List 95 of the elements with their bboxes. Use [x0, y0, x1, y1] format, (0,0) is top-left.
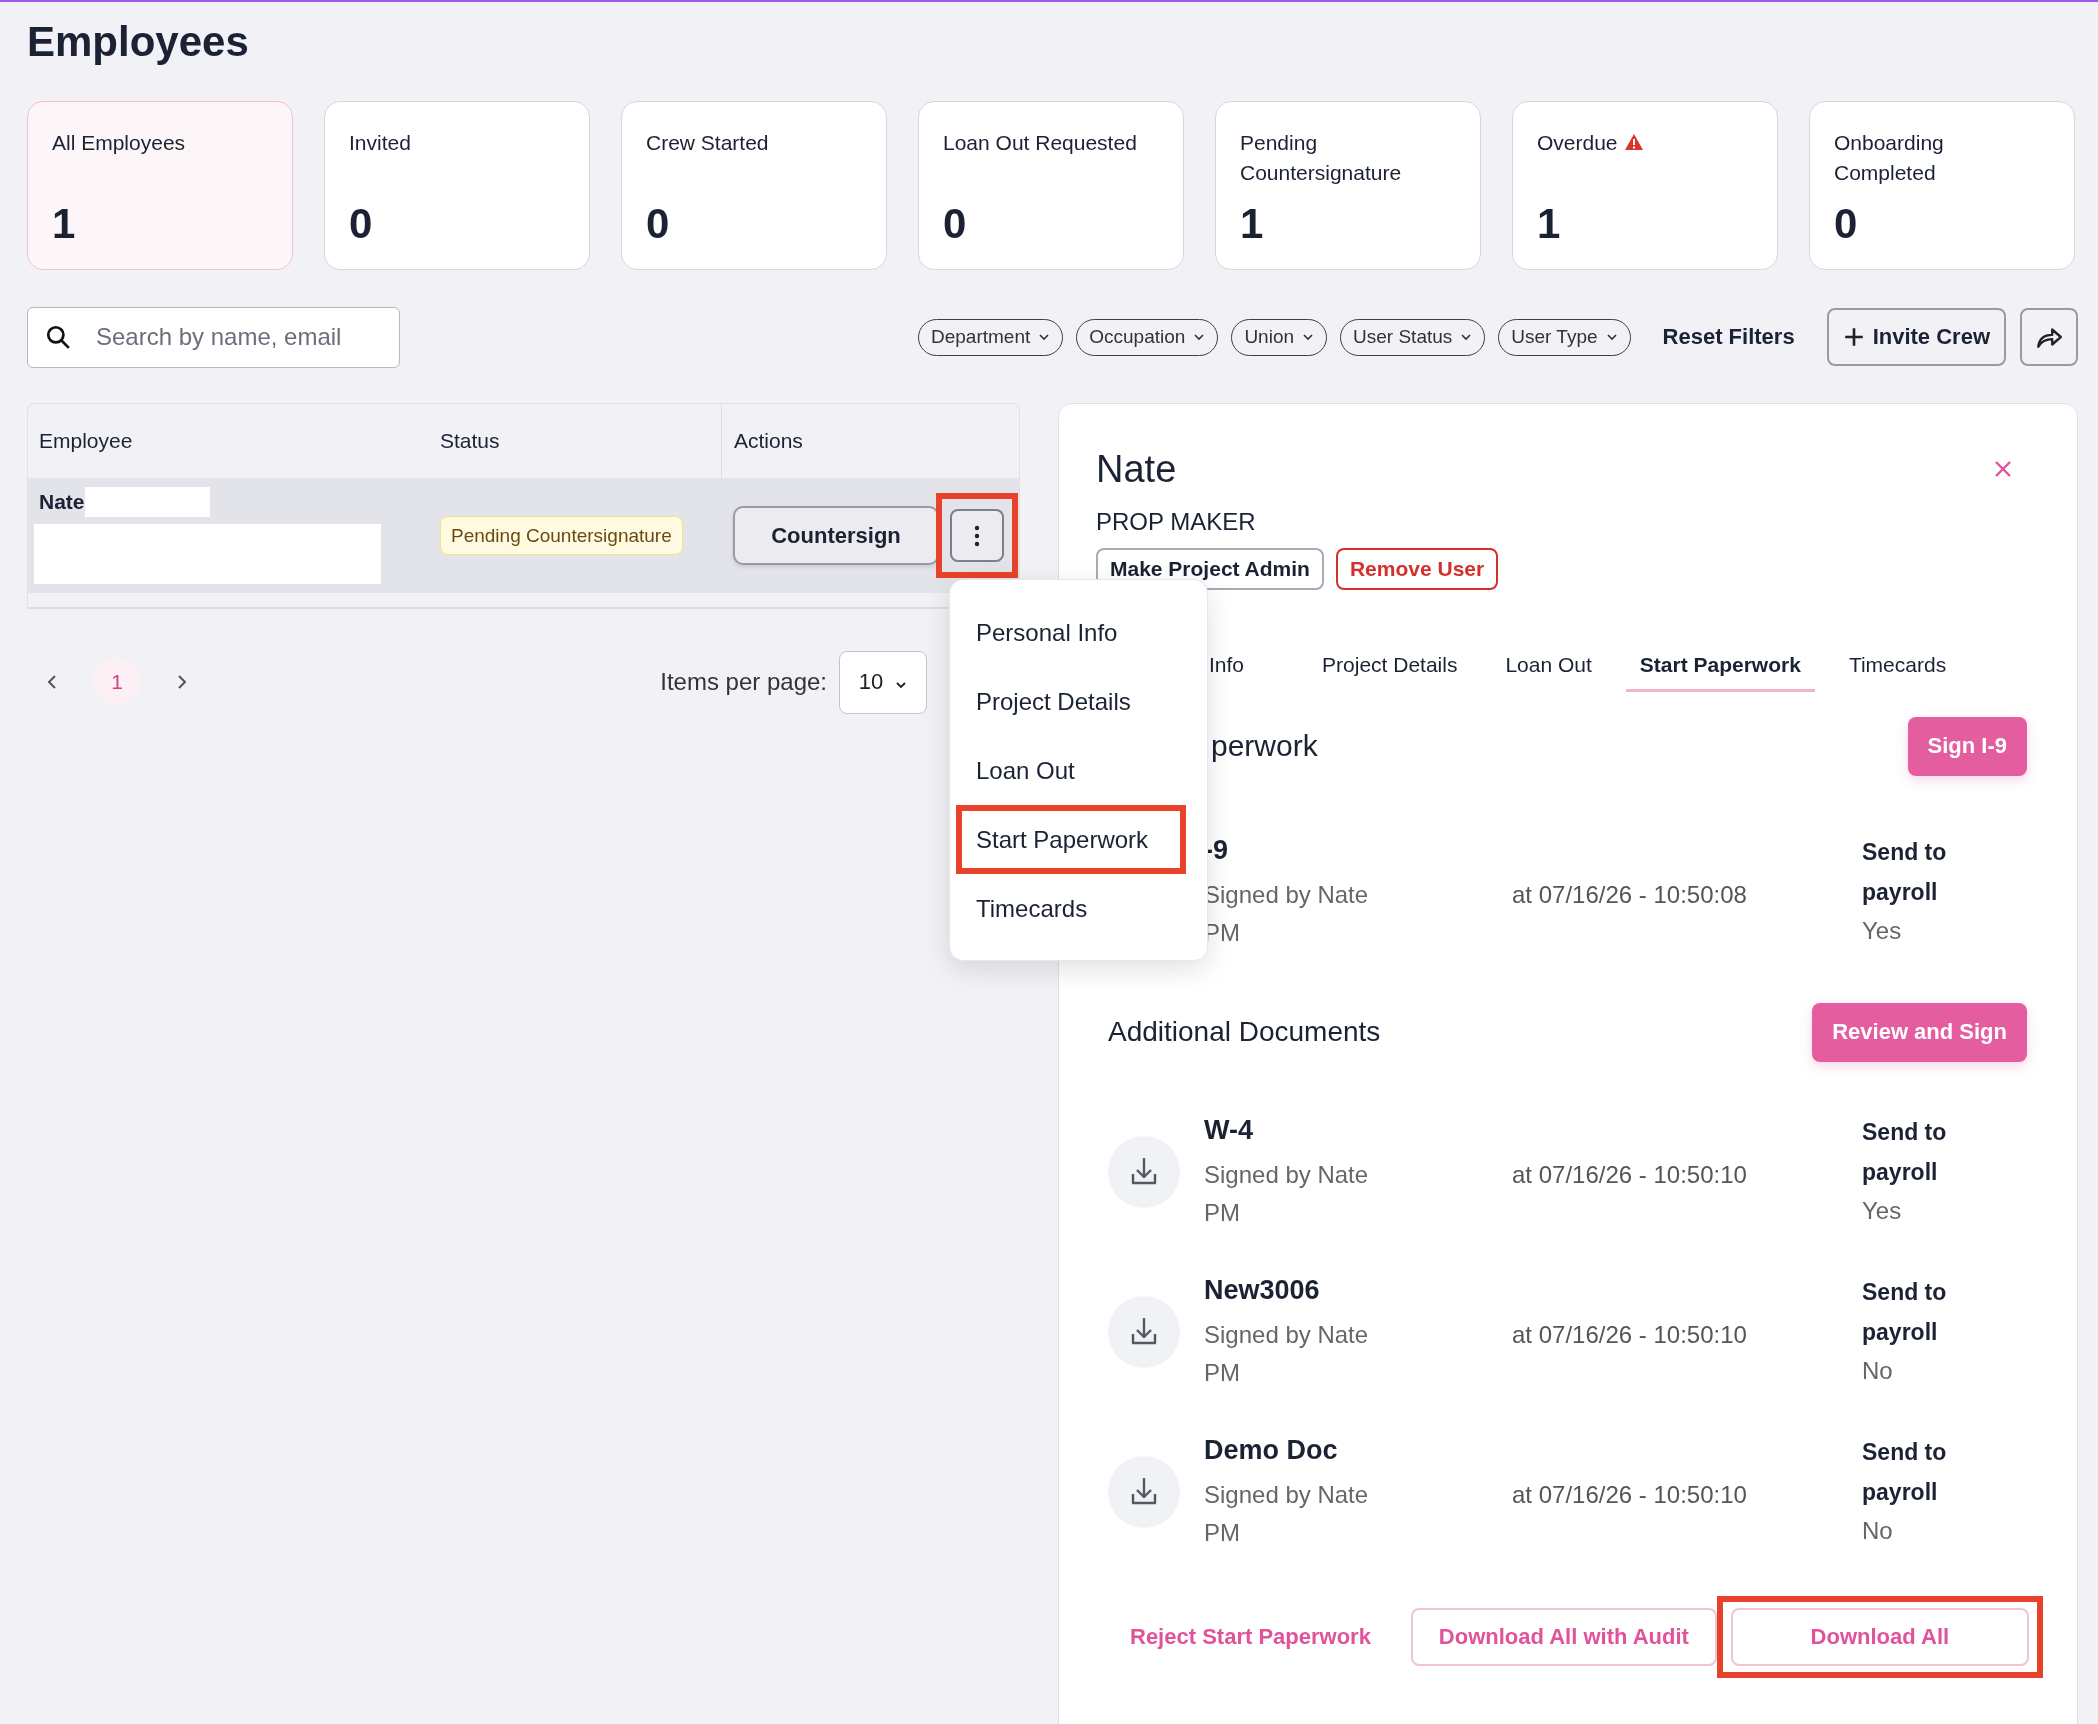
payroll-label: Send to payroll — [1862, 1118, 1948, 1187]
chevron-down-icon — [1460, 333, 1473, 341]
signed-by-text: Signed by Nate — [1204, 880, 1370, 910]
share-button[interactable] — [2020, 308, 2078, 366]
signed-time-text: PM — [1204, 1358, 1241, 1388]
menu-item[interactable]: Project Details — [962, 673, 1180, 730]
countersign-button[interactable]: Countersign — [733, 506, 939, 565]
signed-by-text: Signed by Nate — [1204, 1320, 1370, 1350]
card-label: Loan Out Requested — [943, 130, 1137, 156]
payroll-label: Send to payroll — [1862, 1438, 1948, 1507]
items-per-page-label: Items per page: — [660, 668, 827, 696]
payroll-value: Yes — [1862, 1196, 1903, 1226]
page-button[interactable]: 1 — [93, 658, 141, 706]
menu-item[interactable]: Start Paperwork — [962, 811, 1180, 868]
employee-name: Nate — [39, 490, 85, 514]
column-header: Status — [440, 428, 501, 454]
card-label: All Employees — [52, 130, 186, 156]
summary-card[interactable]: Onboarding Completed 0 — [1809, 101, 2075, 270]
chevron-down-icon — [1038, 333, 1051, 341]
payroll-value: No — [1862, 1516, 1894, 1546]
signed-date-text: at 07/16/26 - 10:50:10 — [1512, 1320, 1748, 1350]
payroll-value: Yes — [1862, 916, 1903, 946]
menu-item[interactable]: Loan Out — [962, 742, 1180, 799]
column-header: Employee — [38, 428, 134, 454]
section-title: perwork — [1210, 729, 1318, 763]
card-count: 1 — [1537, 200, 1562, 248]
summary-card[interactable]: Invited 0 — [324, 101, 590, 270]
tab[interactable]: Project Details — [1308, 653, 1472, 692]
card-count: 0 — [1834, 200, 1859, 248]
employee-name: Nate — [1096, 447, 1177, 491]
card-count: 0 — [943, 200, 968, 248]
card-label: Invited — [349, 130, 411, 156]
chevron-down-icon — [895, 681, 908, 689]
download-icon[interactable] — [1108, 1136, 1180, 1208]
previous-page-icon[interactable] — [47, 674, 57, 690]
filter-dropdown[interactable]: User Status — [1340, 318, 1486, 356]
search-icon — [45, 323, 71, 350]
signed-by-text: Signed by Nate — [1204, 1480, 1370, 1510]
chevron-down-icon — [1302, 333, 1315, 341]
download-button[interactable]: Download All with Audit — [1410, 1608, 1717, 1666]
payroll-label: Send to payroll — [1862, 838, 1948, 907]
chevron-down-icon — [1193, 333, 1206, 341]
download-icon[interactable] — [1108, 1296, 1180, 1368]
tab[interactable]: Info — [1209, 653, 1259, 692]
invite-crew-button[interactable]: Invite Crew — [1826, 308, 2006, 366]
section-title: Additional Documents — [1108, 1016, 1381, 1048]
filter-dropdown[interactable]: Occupation — [1076, 318, 1219, 356]
card-count: 1 — [52, 200, 77, 248]
card-label: Onboarding Completed — [1834, 130, 1945, 186]
signed-date-text: at 07/16/26 - 10:50:10 — [1512, 1480, 1748, 1510]
document-name: Demo Doc — [1204, 1434, 1339, 1467]
card-count: 0 — [349, 200, 374, 248]
tab[interactable]: Start Paperwork — [1625, 653, 1815, 692]
chevron-down-icon — [1605, 333, 1618, 341]
tab[interactable]: Timecards — [1834, 653, 1961, 692]
kebab-icon — [974, 524, 980, 547]
card-count: 1 — [1240, 200, 1265, 248]
filter-dropdown[interactable]: User Type — [1498, 318, 1631, 356]
occupation-label: PROP MAKER — [1096, 508, 1257, 536]
download-icon[interactable] — [1108, 1456, 1180, 1528]
signed-date-text: at 07/16/26 - 10:50:10 — [1512, 1160, 1748, 1190]
filter-dropdown[interactable]: Union — [1231, 318, 1328, 356]
signed-time-text: PM — [1204, 1198, 1241, 1228]
next-page-icon[interactable] — [177, 674, 187, 690]
search-field[interactable]: Search by name, email — [27, 306, 400, 368]
filter-dropdown[interactable]: Department — [918, 318, 1064, 356]
signed-by-text: Signed by Nate — [1204, 1160, 1370, 1190]
summary-card[interactable]: Overdue 1 — [1512, 101, 1778, 270]
signed-date-text: at 07/16/26 - 10:50:08 — [1512, 880, 1748, 910]
action-button[interactable]: Remove User — [1335, 548, 1499, 590]
table-row[interactable]: Nate Pending Countersignature Countersign — [28, 478, 1019, 593]
document-name: New3006 — [1204, 1274, 1321, 1307]
menu-item[interactable]: Personal Info — [962, 604, 1180, 661]
card-label: Pending Countersignature — [1240, 130, 1403, 186]
close-icon[interactable] — [1993, 459, 2013, 479]
summary-card[interactable]: Loan Out Requested 0 — [918, 101, 1184, 270]
menu-item[interactable]: Timecards — [962, 880, 1180, 937]
payroll-label: Send to payroll — [1862, 1278, 1948, 1347]
summary-card[interactable]: Pending Countersignature 1 — [1215, 101, 1481, 270]
tab[interactable]: Loan Out — [1491, 653, 1606, 692]
payroll-value: No — [1862, 1356, 1894, 1386]
summary-card[interactable]: All Employees 1 — [27, 101, 293, 270]
plus-icon — [1842, 326, 1865, 348]
items-per-page-select[interactable]: 10 — [839, 650, 927, 714]
document-name: W-4 — [1204, 1114, 1254, 1147]
card-count: 0 — [646, 200, 671, 248]
card-label: Overdue — [1537, 130, 1618, 156]
status-badge: Pending Countersignature — [440, 515, 683, 555]
page-title: Employees — [27, 17, 250, 67]
more-options-button[interactable] — [950, 509, 1004, 562]
signed-time-text: PM — [1204, 1518, 1241, 1548]
reset-filters-button[interactable]: Reset Filters — [1656, 323, 1801, 351]
summary-card[interactable]: Crew Started 0 — [621, 101, 887, 270]
card-label: Crew Started — [646, 130, 769, 156]
download-button[interactable]: Download All — [1730, 1608, 2029, 1666]
